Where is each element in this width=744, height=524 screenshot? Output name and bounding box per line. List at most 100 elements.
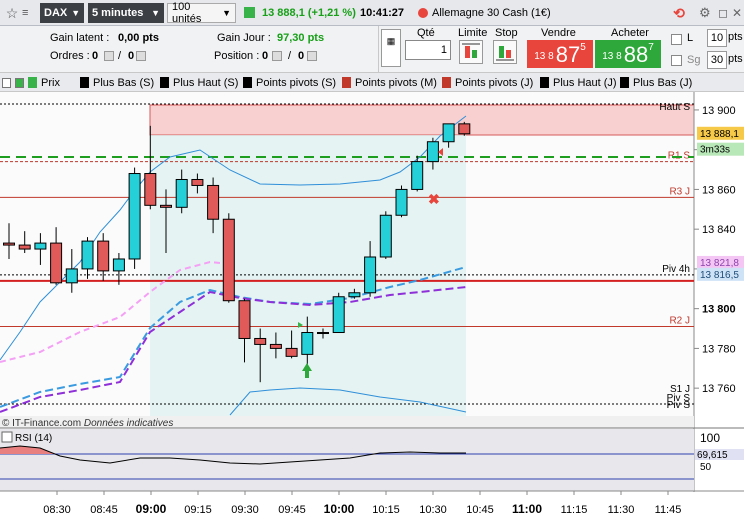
refresh-icon[interactable]: ⟲ <box>669 3 689 23</box>
x-tick-label: 11:00 <box>512 502 542 516</box>
visibility-toggle-icon[interactable] <box>2 77 11 88</box>
tab-points-pivots-m[interactable]: Points pivots (M) <box>342 75 437 90</box>
chevron-down-icon: ▼ <box>71 8 81 18</box>
stop-distance-input[interactable]: 30 <box>707 51 727 69</box>
position-value-a: 0 <box>262 50 269 62</box>
candle-body <box>285 347 298 357</box>
buy-price-main: 88 <box>623 42 649 67</box>
candle-body <box>191 178 204 186</box>
instrument-name: Allemagne 30 Cash (1€) <box>418 3 668 23</box>
right-level-label: Haut S <box>659 102 690 113</box>
stop-distance-unit: pts <box>728 53 743 65</box>
price-toggle-icon[interactable] <box>15 77 24 88</box>
star-icon[interactable]: ☆ <box>3 3 21 23</box>
tab-points-pivots-s[interactable]: Points pivots (S) <box>243 75 336 90</box>
instrument-select[interactable]: DAX ▼ <box>40 3 84 23</box>
tab-prix[interactable]: Prix <box>2 75 60 90</box>
time-axis-labels: 08:30 08:45 09:00 09:15 09:30 09:45 10:00 10:15… <box>43 491 681 516</box>
watermark-text: © IT-Finance.com <box>2 418 81 429</box>
position-stop-icon[interactable] <box>307 51 317 61</box>
candle-body <box>144 173 157 206</box>
orders-label: Ordres : <box>50 50 90 62</box>
x-tick-label: 09:15 <box>184 504 212 516</box>
price-tag-text: 3m33s <box>700 145 730 156</box>
account-panel: Gain latent : 0,00 pts Ordres : 0 / 0 Ga… <box>0 26 378 72</box>
watermark: © IT-Finance.com Données indicatives <box>2 418 173 429</box>
candle-body <box>112 258 125 272</box>
candle-body <box>34 242 47 250</box>
quantity-input[interactable] <box>405 40 451 60</box>
tab-label: Points pivots (J) <box>455 76 534 89</box>
watermark-note: Données indicatives <box>84 418 174 429</box>
gear-icon[interactable]: ⚙ <box>699 3 715 23</box>
x-tick-label: 09:00 <box>136 502 167 516</box>
indicator-tab-bar: Prix Plus Bas (S) Plus Haut (S) Points p… <box>0 72 744 92</box>
order-panel: ▦ Qté Limite Stop Vendre 13 8 87 5 Achet… <box>378 26 744 72</box>
orders-stop-icon[interactable] <box>136 51 146 61</box>
units-select[interactable]: 100 unités ▼ <box>167 1 236 25</box>
price-chart[interactable]: R1 SR3 JR2 JPiv 4hPiv S ✖ 13 90013 88013… <box>0 92 744 524</box>
x-tick-label: 10:30 <box>419 504 447 516</box>
stop-guaranteed-checkbox[interactable] <box>671 55 682 66</box>
rsi-tick-100: 100 <box>700 431 720 445</box>
instrument-value: DAX <box>44 7 68 19</box>
candle-body <box>160 204 172 208</box>
candle-body <box>128 173 141 260</box>
candle-body <box>254 337 267 345</box>
sell-button[interactable]: 13 8 87 5 <box>527 40 593 68</box>
candle-body <box>207 184 220 220</box>
rsi-tick-50: 50 <box>700 462 712 473</box>
tab-plus-bas-j[interactable]: Plus Bas (J) <box>620 75 692 90</box>
position-label: Position : <box>214 50 260 62</box>
tab-label: Plus Haut (J) <box>553 76 617 89</box>
buy-button[interactable]: 13 8 88 7 <box>595 40 661 68</box>
y-tick-label: 13 760 <box>702 383 736 395</box>
buy-price-sup: 7 <box>648 42 654 53</box>
tab-points-pivots-j[interactable]: Points pivots (J) <box>442 75 533 90</box>
interval-select[interactable]: 5 minutes ▼ <box>88 3 164 23</box>
candle-body <box>97 240 110 272</box>
x-tick-label: 10:00 <box>324 502 355 516</box>
maximize-icon[interactable]: ◻ <box>718 3 732 23</box>
tab-label: Plus Bas (J) <box>633 76 693 89</box>
latent-value: 0,00 pts <box>118 32 159 44</box>
order-settings-icon[interactable]: ▦ <box>381 29 401 67</box>
x-tick-label: 09:45 <box>278 504 306 516</box>
tab-color-swatch <box>342 77 351 88</box>
tab-color-swatch <box>160 77 169 88</box>
candle-body <box>18 244 31 250</box>
level-label: R3 J <box>669 186 690 197</box>
candle-body <box>458 123 471 135</box>
right-level-label: S1 J <box>670 384 690 395</box>
tab-plus-bas-s[interactable]: Plus Bas (S) <box>80 75 154 90</box>
tab-plus-haut-j[interactable]: Plus Haut (J) <box>540 75 617 90</box>
level-label: Piv 4h <box>662 264 690 275</box>
sell-price-prefix: 13 8 <box>534 51 554 62</box>
chevron-down-icon: ▼ <box>222 8 231 18</box>
level-label: R2 J <box>669 316 690 327</box>
rsi-toggle-icon[interactable] <box>1 431 13 443</box>
sell-label: Vendre <box>541 27 576 39</box>
tab-plus-haut-s[interactable]: Plus Haut (S) <box>160 75 238 90</box>
tab-label: Plus Bas (S) <box>93 76 155 89</box>
up-indicator-icon <box>244 7 255 18</box>
position-close-icon[interactable] <box>272 51 282 61</box>
orders-cancel-icon[interactable] <box>104 51 114 61</box>
candle-body <box>364 256 377 294</box>
limit-order-icon[interactable] <box>459 40 483 64</box>
limit-checkbox[interactable] <box>671 34 682 45</box>
candle-body <box>301 332 314 355</box>
close-icon[interactable]: ✕ <box>732 3 744 23</box>
rsi-label: RSI (14) <box>15 433 52 444</box>
y-tick-label: 13 780 <box>702 343 736 355</box>
l-label: L <box>687 32 694 44</box>
qty-label: Qté <box>417 27 435 39</box>
y-tick-label: 13 860 <box>702 184 736 196</box>
x-tick-label: 08:45 <box>90 504 118 516</box>
units-value: 100 unités <box>172 1 202 25</box>
menu-icon[interactable]: ≡ <box>22 3 36 23</box>
limit-distance-input[interactable]: 10 <box>707 29 727 47</box>
stop-order-icon[interactable] <box>493 40 517 64</box>
candle-body <box>379 214 392 258</box>
candle-body <box>269 343 282 349</box>
